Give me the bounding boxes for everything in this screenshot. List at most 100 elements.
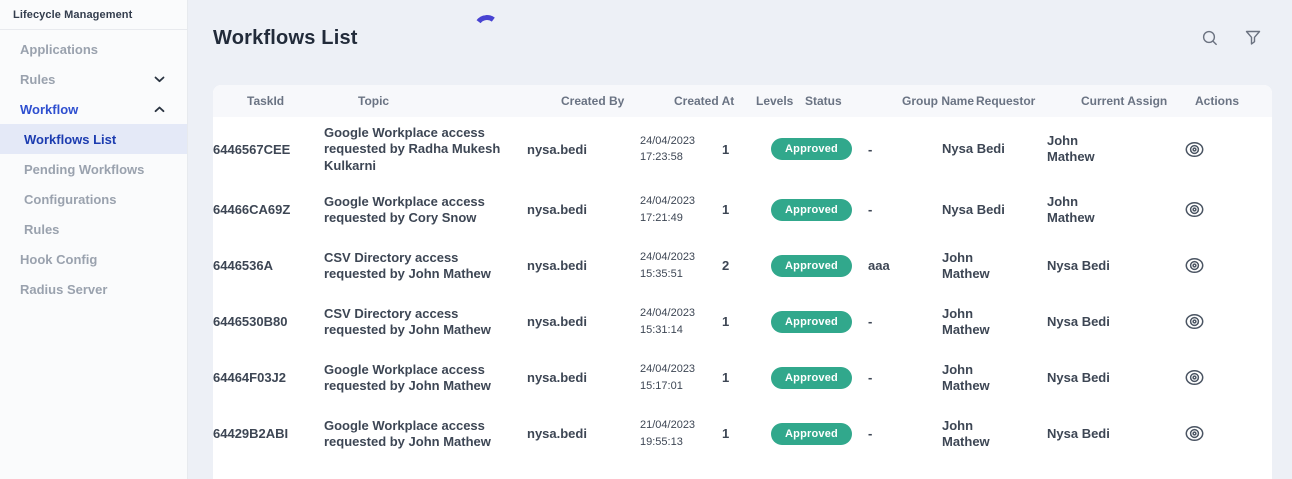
created-time: 15:17:01	[640, 378, 722, 395]
column-header-current-assign[interactable]: Current Assign	[1081, 94, 1195, 108]
created-by-cell: nysa.bedi	[527, 426, 640, 441]
status-badge: Approved	[771, 199, 852, 221]
column-header-group-name[interactable]: Group Name	[902, 94, 976, 108]
requestor-name: John Mathew	[942, 306, 1016, 339]
sidebar-item-rules[interactable]: Rules	[0, 64, 187, 94]
column-header-taskid[interactable]: TaskId	[247, 94, 358, 108]
actions-cell	[1161, 424, 1272, 443]
sidebar-item-label: Workflows List	[24, 132, 116, 147]
created-by-cell: nysa.bedi	[527, 258, 640, 273]
column-header-requestor[interactable]: Requestor	[976, 94, 1081, 108]
requestor-name: John Mathew	[942, 362, 1016, 395]
created-time: 19:55:13	[640, 434, 722, 451]
group-name-cell: -	[868, 202, 942, 217]
current-assign-cell: Nysa Bedi	[1047, 426, 1161, 442]
current-assign-cell: Nysa Bedi	[1047, 258, 1161, 274]
created-date: 24/04/2023	[640, 361, 722, 378]
created-at-cell: 24/04/2023 15:31:14	[640, 305, 722, 338]
created-at-cell: 21/04/2023 19:55:13	[640, 417, 722, 450]
table-row[interactable]: 64429B2ABI Google Workplace access reque…	[213, 406, 1272, 462]
requestor-name: John Mathew	[942, 418, 1016, 451]
created-date: 24/04/2023	[640, 305, 722, 322]
view-eye-icon[interactable]	[1183, 200, 1206, 219]
levels-cell: 1	[722, 142, 771, 157]
filter-icon[interactable]	[1244, 29, 1262, 47]
created-by-cell: nysa.bedi	[527, 142, 640, 157]
sidebar: Lifecycle Management Applications Rules …	[0, 0, 188, 479]
table-row[interactable]: 64466CA69Z Google Workplace access reque…	[213, 182, 1272, 238]
sidebar-item-pending-workflows[interactable]: Pending Workflows	[0, 154, 187, 184]
task-id-cell: 64429B2ABI	[213, 426, 324, 441]
requestor-name: Nysa Bedi	[942, 202, 1005, 218]
sidebar-item-label: Pending Workflows	[24, 162, 144, 177]
sidebar-item-rules-sub[interactable]: Rules	[0, 214, 187, 244]
view-eye-icon[interactable]	[1183, 256, 1206, 275]
created-time: 15:31:14	[640, 322, 722, 339]
task-id-cell: 6446530B80	[213, 314, 324, 329]
created-by-cell: nysa.bedi	[527, 202, 640, 217]
view-eye-icon[interactable]	[1183, 312, 1206, 331]
status-cell: Approved	[771, 255, 868, 277]
status-cell: Approved	[771, 199, 868, 221]
created-by-cell: nysa.bedi	[527, 370, 640, 385]
search-icon[interactable]	[1201, 29, 1219, 47]
created-time: 17:23:58	[640, 149, 722, 166]
status-cell: Approved	[771, 423, 868, 445]
sidebar-item-workflow[interactable]: Workflow	[0, 94, 187, 124]
created-time: 15:35:51	[640, 266, 722, 283]
status-cell: Approved	[771, 138, 868, 160]
table-row[interactable]: 64464F03J2 Google Workplace access reque…	[213, 350, 1272, 406]
view-eye-icon[interactable]	[1183, 368, 1206, 387]
sidebar-item-applications[interactable]: Applications	[0, 34, 187, 64]
column-header-status[interactable]: Status	[805, 94, 902, 108]
table-row[interactable]: 6446530B80 CSV Directory access requeste…	[213, 294, 1272, 350]
chevron-down-icon	[154, 76, 165, 83]
created-date: 24/04/2023	[640, 133, 722, 150]
current-assign-name: John Mathew	[1047, 133, 1121, 166]
column-header-levels[interactable]: Levels	[756, 94, 805, 108]
levels-cell: 1	[722, 314, 771, 329]
view-eye-icon[interactable]	[1183, 424, 1206, 443]
app-window: Lifecycle Management Applications Rules …	[0, 0, 1292, 479]
levels-cell: 2	[722, 258, 771, 273]
levels-cell: 1	[722, 426, 771, 441]
sidebar-item-label: Radius Server	[20, 282, 107, 297]
current-assign-name: Nysa Bedi	[1047, 426, 1110, 442]
levels-cell: 1	[722, 202, 771, 217]
status-badge: Approved	[771, 367, 852, 389]
sidebar-item-radius-server[interactable]: Radius Server	[0, 274, 187, 304]
page-header: Workflows List	[213, 24, 1272, 52]
status-cell: Approved	[771, 311, 868, 333]
group-name-cell: aaa	[868, 258, 942, 273]
column-header-created-by[interactable]: Created By	[561, 94, 674, 108]
column-header-topic[interactable]: Topic	[358, 94, 561, 108]
sidebar-title: Lifecycle Management	[0, 0, 187, 30]
column-header-created-at[interactable]: Created At	[674, 94, 756, 108]
sidebar-item-hook-config[interactable]: Hook Config	[0, 244, 187, 274]
actions-cell	[1161, 200, 1272, 219]
table-row[interactable]: 6446536A CSV Directory access requested …	[213, 238, 1272, 294]
topic-cell: CSV Directory access requested by John M…	[324, 250, 527, 283]
status-badge: Approved	[771, 423, 852, 445]
created-date: 24/04/2023	[640, 249, 722, 266]
view-eye-icon[interactable]	[1183, 140, 1206, 159]
topic-cell: Google Workplace access requested by Rad…	[324, 125, 527, 174]
sidebar-item-label: Hook Config	[20, 252, 97, 267]
group-name-cell: -	[868, 370, 942, 385]
requestor-cell: John Mathew	[942, 362, 1047, 395]
topic-cell: Google Workplace access requested by Cor…	[324, 194, 527, 227]
status-badge: Approved	[771, 311, 852, 333]
sidebar-item-workflows-list[interactable]: Workflows List	[0, 124, 187, 154]
column-header-actions[interactable]: Actions	[1195, 94, 1272, 108]
actions-cell	[1161, 256, 1272, 275]
actions-cell	[1161, 368, 1272, 387]
sidebar-item-configurations[interactable]: Configurations	[0, 184, 187, 214]
main-content: Workflows List TaskId Topic Created By C…	[188, 0, 1292, 479]
task-id-cell: 64464F03J2	[213, 370, 324, 385]
sidebar-item-label: Rules	[24, 222, 59, 237]
created-at-cell: 24/04/2023 15:35:51	[640, 249, 722, 282]
group-name-cell: -	[868, 142, 942, 157]
topic-cell: CSV Directory access requested by John M…	[324, 306, 527, 339]
group-name-cell: -	[868, 314, 942, 329]
table-row[interactable]: 6446567CEE Google Workplace access reque…	[213, 117, 1272, 182]
